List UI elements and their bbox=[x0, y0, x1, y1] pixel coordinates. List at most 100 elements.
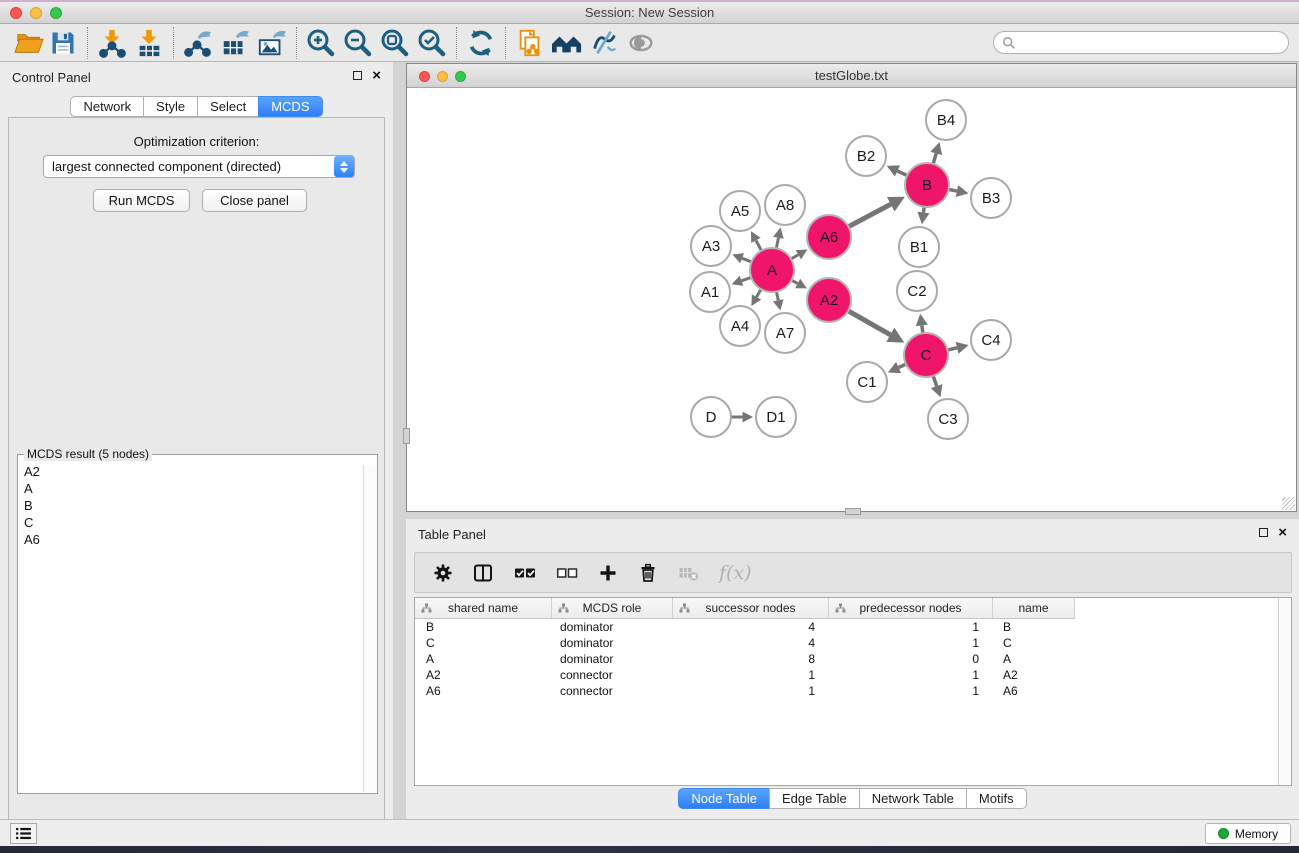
refresh-view-button[interactable] bbox=[464, 27, 498, 59]
import-network-icon bbox=[97, 28, 127, 58]
close-table-panel-icon[interactable]: × bbox=[1278, 528, 1287, 537]
result-scrollbar[interactable] bbox=[363, 465, 376, 792]
column-header-name[interactable]: name bbox=[993, 598, 1075, 619]
table-cell: A6 bbox=[993, 683, 1075, 699]
graph-edge-A-A5[interactable] bbox=[756, 240, 762, 250]
graph-edge-C-C1[interactable] bbox=[899, 364, 906, 367]
tab-select[interactable]: Select bbox=[197, 96, 259, 117]
select-all-icon[interactable] bbox=[514, 563, 536, 583]
graph-edge-A-A3[interactable] bbox=[742, 258, 751, 262]
tab-network[interactable]: Network bbox=[70, 96, 144, 117]
column-header-successor-nodes[interactable]: successor nodes bbox=[673, 598, 829, 619]
mcds-result-item[interactable]: A bbox=[22, 480, 359, 497]
hide-graphics-details-button[interactable] bbox=[587, 27, 621, 59]
column-header-shared-name[interactable]: shared name bbox=[415, 598, 552, 619]
import-table-button[interactable] bbox=[132, 27, 166, 59]
mcds-result-item[interactable]: A6 bbox=[22, 531, 359, 548]
table-row[interactable]: A6connector11A6 bbox=[415, 683, 1277, 699]
graph-edge-A6-B[interactable] bbox=[848, 204, 890, 226]
graph-edge-C-C2[interactable] bbox=[922, 325, 923, 333]
add-row-plus-icon[interactable] bbox=[598, 563, 618, 583]
refresh-icon bbox=[466, 28, 496, 58]
graph-node-label: C2 bbox=[907, 283, 926, 300]
graph-edge-A-A4[interactable] bbox=[757, 289, 762, 297]
table-settings-gear-icon[interactable] bbox=[433, 563, 453, 583]
run-mcds-button[interactable]: Run MCDS bbox=[93, 189, 190, 212]
table-row[interactable]: A2connector11A2 bbox=[415, 667, 1277, 683]
table-row[interactable]: Adominator80A bbox=[415, 651, 1277, 667]
graph-edge-C-C4[interactable] bbox=[947, 348, 957, 350]
zoom-fit-button[interactable] bbox=[378, 27, 412, 59]
table-panel-tabs: Node TableEdge TableNetwork TableMotifs bbox=[406, 788, 1299, 809]
export-image-button[interactable] bbox=[255, 27, 289, 59]
graph-edge-A-A6[interactable] bbox=[791, 255, 798, 259]
edge-arrowhead-icon bbox=[773, 299, 784, 310]
search-input[interactable] bbox=[1016, 36, 1280, 50]
graph-edge-B-B4[interactable] bbox=[933, 153, 936, 163]
table-scrollbar[interactable] bbox=[1278, 598, 1291, 785]
column-header-predecessor-nodes[interactable]: predecessor nodes bbox=[829, 598, 993, 619]
graph-edge-B-B3[interactable] bbox=[949, 189, 957, 191]
open-session-button[interactable] bbox=[12, 27, 46, 59]
splitter-handle-left[interactable] bbox=[403, 428, 410, 444]
criterion-dropdown[interactable]: largest connected component (directed) bbox=[43, 155, 355, 178]
close-panel-icon[interactable]: × bbox=[372, 71, 381, 80]
float-table-panel-icon[interactable] bbox=[1259, 528, 1268, 537]
table-tab-network-table[interactable]: Network Table bbox=[859, 788, 967, 809]
graph-node-label: A bbox=[767, 262, 777, 279]
graph-edge-A2-C[interactable] bbox=[848, 311, 890, 335]
table-row[interactable]: Bdominator41B bbox=[415, 619, 1277, 635]
table-cell: 1 bbox=[829, 619, 993, 635]
zoom-in-button[interactable] bbox=[304, 27, 338, 59]
show-hide-panel-button[interactable] bbox=[624, 27, 658, 59]
zoom-selected-icon bbox=[416, 27, 448, 59]
float-panel-icon[interactable] bbox=[353, 71, 362, 80]
graph-edge-B-B2[interactable] bbox=[897, 171, 907, 176]
edge-arrowhead-icon bbox=[743, 412, 753, 423]
table-cell: 1 bbox=[829, 635, 993, 651]
main-toolbar bbox=[0, 24, 1299, 62]
save-session-button[interactable] bbox=[46, 27, 80, 59]
import-network-button[interactable] bbox=[95, 27, 129, 59]
graph-edge-C-C3[interactable] bbox=[933, 376, 937, 386]
mcds-result-item[interactable]: C bbox=[22, 514, 359, 531]
table-cell: 8 bbox=[673, 651, 829, 667]
graph-edge-A-A1[interactable] bbox=[741, 277, 751, 280]
resize-grip-icon[interactable] bbox=[1282, 497, 1295, 510]
show-columns-icon[interactable] bbox=[473, 563, 494, 583]
export-network-button[interactable] bbox=[181, 27, 215, 59]
task-history-button[interactable] bbox=[10, 823, 37, 844]
graph-edge-A-A7[interactable] bbox=[776, 292, 778, 301]
zoom-out-button[interactable] bbox=[341, 27, 375, 59]
mcds-result-group: MCDS result (5 nodes) A2ABCA6 bbox=[17, 454, 378, 794]
memory-button[interactable]: Memory bbox=[1205, 823, 1291, 844]
zoom-selected-button[interactable] bbox=[415, 27, 449, 59]
edge-arrowhead-icon bbox=[930, 142, 942, 155]
graph-node-label: C4 bbox=[981, 332, 1000, 349]
search-field[interactable] bbox=[993, 31, 1289, 54]
deselect-all-icon[interactable] bbox=[556, 563, 578, 583]
control-panel-tabs: NetworkStyleSelectMCDS bbox=[0, 96, 393, 117]
double-home-icon bbox=[550, 28, 584, 58]
delete-rows-trash-icon[interactable] bbox=[638, 563, 658, 583]
table-tab-node-table[interactable]: Node Table bbox=[678, 788, 770, 809]
tab-mcds[interactable]: MCDS bbox=[258, 96, 322, 117]
new-network-from-selection-button[interactable] bbox=[513, 27, 547, 59]
column-header-mcds-role[interactable]: MCDS role bbox=[552, 598, 673, 619]
table-tab-edge-table[interactable]: Edge Table bbox=[769, 788, 860, 809]
tab-style[interactable]: Style bbox=[143, 96, 198, 117]
graph-edge-A-A8[interactable] bbox=[776, 238, 778, 249]
edge-arrowhead-icon bbox=[773, 228, 784, 239]
network-canvas[interactable]: B4B2BB3A5A8A6B1A3AA1C2A2A4A7C4CC1C3DD1 bbox=[407, 88, 1296, 511]
graph-edge-A-A2[interactable] bbox=[791, 280, 797, 283]
first-neighbors-button[interactable] bbox=[550, 27, 584, 59]
criterion-dropdown-value: largest connected component (directed) bbox=[52, 159, 281, 174]
close-panel-button[interactable]: Close panel bbox=[202, 189, 307, 212]
graph-node-label: A5 bbox=[731, 203, 749, 220]
export-table-button[interactable] bbox=[218, 27, 252, 59]
table-tab-motifs[interactable]: Motifs bbox=[966, 788, 1027, 809]
table-row[interactable]: Cdominator41C bbox=[415, 635, 1277, 651]
mcds-result-item[interactable]: A2 bbox=[22, 463, 359, 480]
mcds-result-item[interactable]: B bbox=[22, 497, 359, 514]
splitter-handle-bottom[interactable] bbox=[845, 508, 861, 515]
